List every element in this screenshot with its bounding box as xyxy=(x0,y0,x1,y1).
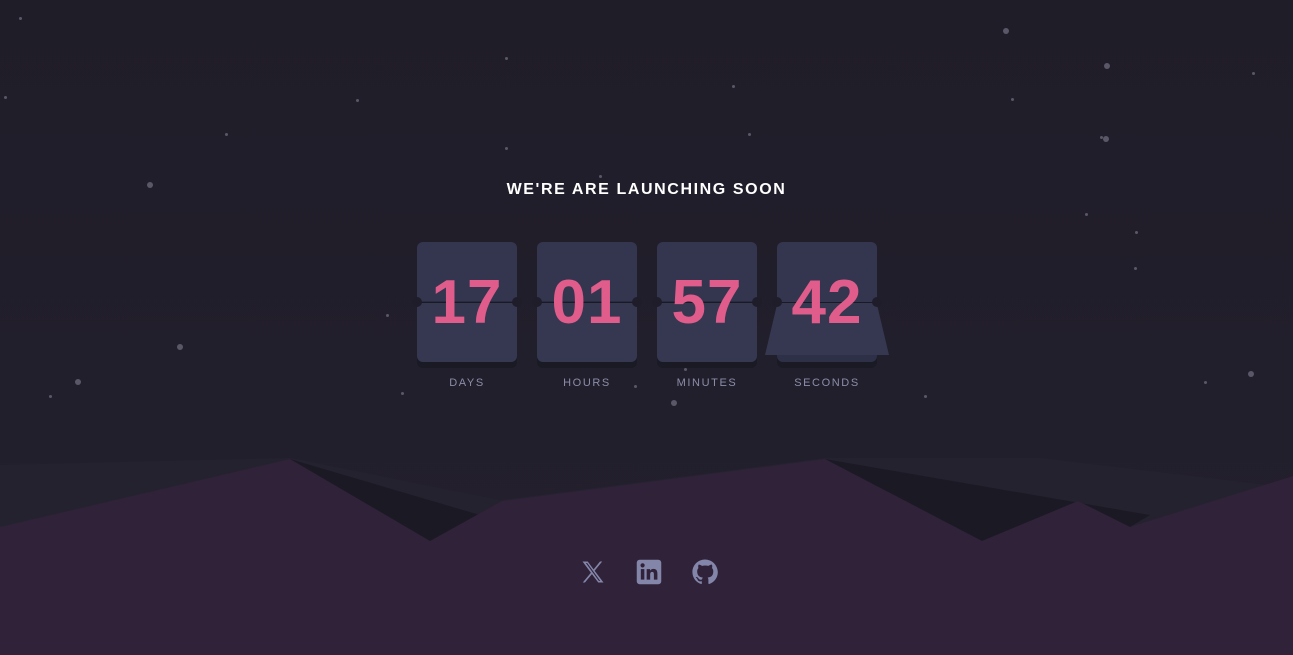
linkedin-icon xyxy=(636,559,662,585)
github-link[interactable] xyxy=(690,557,720,587)
linkedin-link[interactable] xyxy=(634,557,664,587)
x-link[interactable] xyxy=(578,557,608,587)
launch-page: WE'RE ARE LAUNCHING SOON 17 DAYS 01 HOUR… xyxy=(0,0,1293,655)
x-icon xyxy=(582,561,604,583)
social-links xyxy=(578,557,720,587)
github-icon xyxy=(692,559,718,585)
